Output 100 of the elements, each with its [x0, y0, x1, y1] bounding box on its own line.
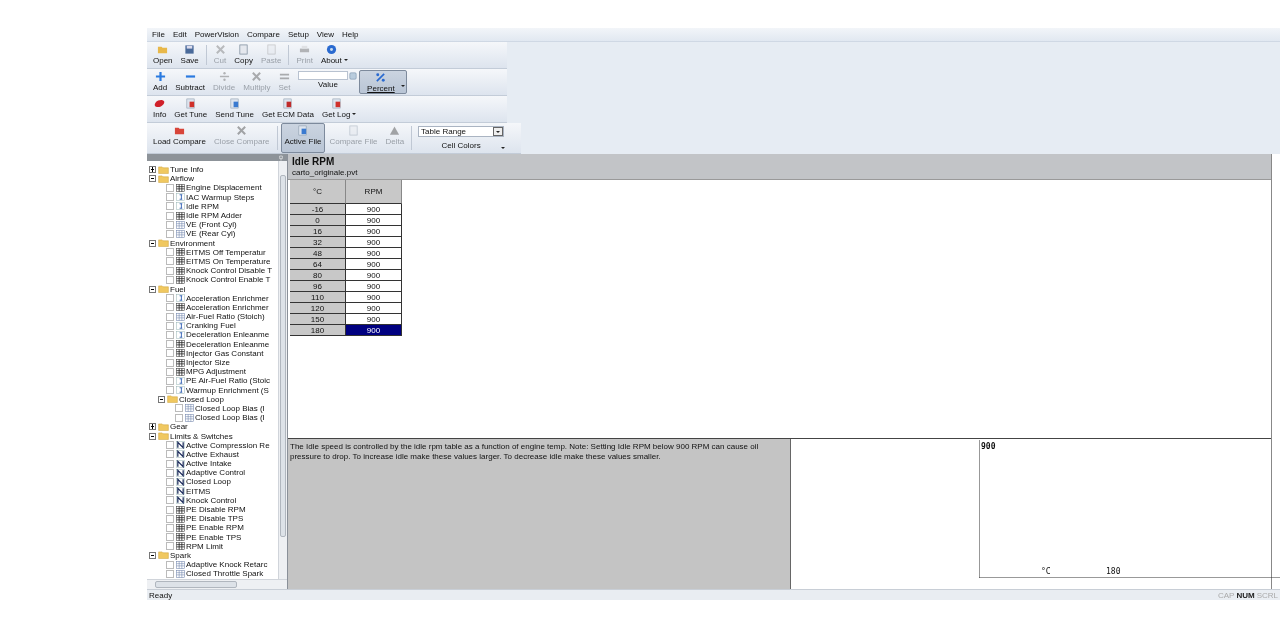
table-cell[interactable]: 900 [346, 303, 402, 314]
tree-item[interactable]: Active Compression Re [147, 440, 278, 450]
tree-item[interactable]: Warmup Enrichment (S [147, 385, 278, 395]
table-cell[interactable]: 900 [346, 281, 402, 292]
toolbar-button[interactable]: Load Compare [149, 123, 210, 153]
tree-item[interactable]: Engine Displacement [147, 183, 278, 193]
checkbox[interactable] [166, 569, 174, 578]
tree-item[interactable]: Acceleration Enrichmer [147, 302, 278, 312]
checkbox[interactable] [166, 560, 174, 569]
checkbox[interactable] [166, 202, 174, 211]
tree-item[interactable]: IAC Warmup Steps [147, 192, 278, 202]
table-cell[interactable]: 900 [346, 204, 402, 215]
toolbar-button[interactable]: Subtract [171, 69, 210, 95]
checkbox[interactable] [166, 487, 174, 496]
checkbox[interactable] [166, 220, 174, 229]
checkbox[interactable] [166, 505, 174, 514]
checkbox[interactable] [166, 523, 174, 532]
checkbox[interactable] [166, 330, 174, 339]
tree-item[interactable]: Idle RPM [147, 201, 278, 211]
expander-icon[interactable] [158, 395, 165, 403]
table-cell[interactable]: 900 [346, 259, 402, 270]
checkbox[interactable] [175, 404, 183, 413]
tree-item[interactable]: EITMS On Temperature [147, 256, 278, 267]
tree-item[interactable]: Environment [147, 238, 278, 248]
checkbox[interactable] [166, 211, 174, 220]
expander-icon[interactable] [149, 166, 156, 174]
tree-item[interactable]: Deceleration Enleanme [147, 330, 278, 340]
tree-item[interactable]: Closed Loop [147, 394, 278, 404]
toolbar-button[interactable]: About [316, 42, 346, 68]
checkbox[interactable] [166, 303, 174, 312]
expander-icon[interactable] [149, 175, 156, 183]
table-cell[interactable]: 900 [346, 237, 402, 248]
checkbox[interactable] [166, 275, 174, 284]
scrollbar[interactable] [278, 161, 287, 579]
expander-icon[interactable] [149, 423, 156, 431]
tree-item[interactable]: Injector Gas Constant [147, 348, 278, 358]
toolbar-button[interactable]: Active File [280, 123, 326, 153]
tree-item[interactable]: Closed Loop Bias (I [147, 413, 278, 423]
toolbar-button[interactable]: Get Tune [170, 96, 212, 122]
menu-item[interactable]: PowerVision [194, 30, 239, 39]
tree-item[interactable]: Limits & Switches [147, 431, 278, 441]
toolbar-button[interactable]: Get ECM Data [257, 96, 318, 122]
table-cell[interactable]: 900 [346, 292, 402, 303]
checkbox[interactable] [166, 229, 174, 238]
table-cell[interactable]: 900 [346, 270, 402, 281]
toolbar-button[interactable]: Copy [230, 42, 257, 68]
menu-item[interactable]: Edit [172, 30, 187, 39]
checkbox[interactable] [175, 413, 183, 422]
menu-item[interactable]: Compare [247, 30, 280, 39]
checkbox[interactable] [166, 386, 174, 395]
checkbox[interactable] [166, 257, 174, 266]
checkbox[interactable] [166, 349, 174, 358]
tree-item[interactable]: VE (Rear Cyl) [147, 229, 278, 239]
tree-item[interactable]: Knock Control [147, 495, 278, 505]
tree-item[interactable]: Cranking Fuel [147, 321, 278, 331]
toolbar-button[interactable]: Send Tune [211, 96, 258, 122]
checkbox[interactable] [166, 193, 174, 202]
checkbox[interactable] [166, 533, 174, 542]
tree-item[interactable]: PE Air-Fuel Ratio (Stoic [147, 376, 278, 386]
toolbar-button[interactable]: Open [149, 42, 177, 68]
tree-item[interactable]: Spark [147, 550, 278, 561]
value-field[interactable] [298, 71, 349, 80]
checkbox[interactable] [166, 312, 174, 321]
checkbox[interactable] [166, 376, 174, 385]
tree-item[interactable]: Closed Loop Bias (I [147, 403, 278, 414]
checkbox[interactable] [166, 542, 174, 551]
tree-item[interactable]: PE Disable RPM [147, 504, 278, 515]
expander-icon[interactable] [149, 432, 156, 440]
tree-item[interactable]: Injector Size [147, 357, 278, 368]
toolbar-button[interactable]: Info [149, 96, 171, 122]
checkbox[interactable] [166, 340, 174, 349]
toolbar-button[interactable]: Get Log [318, 96, 355, 122]
expander-icon[interactable] [149, 551, 156, 559]
table-cell[interactable]: 900 [346, 248, 402, 259]
tree-item[interactable]: Closed Loop [147, 477, 278, 487]
menu-item[interactable]: Setup [287, 30, 309, 39]
checkbox[interactable] [166, 248, 174, 257]
checkbox[interactable] [166, 450, 174, 459]
tree-item[interactable]: Acceleration Enrichmer [147, 293, 278, 303]
table-cell[interactable]: 900 [346, 215, 402, 226]
tree-item[interactable]: VE (Front Cyl) [147, 220, 278, 230]
tree-item[interactable]: PE Enable RPM [147, 523, 278, 533]
menu-item[interactable]: Help [342, 30, 359, 39]
menu-item[interactable]: View [316, 30, 335, 39]
menu-item[interactable]: File [152, 30, 165, 39]
checkbox[interactable] [166, 266, 174, 275]
expander-icon[interactable] [149, 285, 156, 293]
checkbox[interactable] [166, 183, 174, 192]
tree-item[interactable]: Airflow [147, 174, 278, 184]
table-cell[interactable]: 900 [346, 314, 402, 325]
toolbar-button[interactable]: Add [149, 69, 172, 95]
checkbox[interactable] [166, 441, 174, 450]
checkbox[interactable] [166, 367, 174, 376]
tree-item[interactable]: Active Exhaust [147, 449, 278, 459]
tree-item[interactable]: Knock Control Disable T [147, 266, 278, 276]
tree-item[interactable]: Gear [147, 422, 278, 432]
checkbox[interactable] [166, 294, 174, 303]
expander-icon[interactable] [149, 239, 156, 247]
cell-colors-dropdown[interactable]: Table Range [418, 126, 505, 137]
tree-item[interactable]: RPM Limit [147, 541, 278, 551]
